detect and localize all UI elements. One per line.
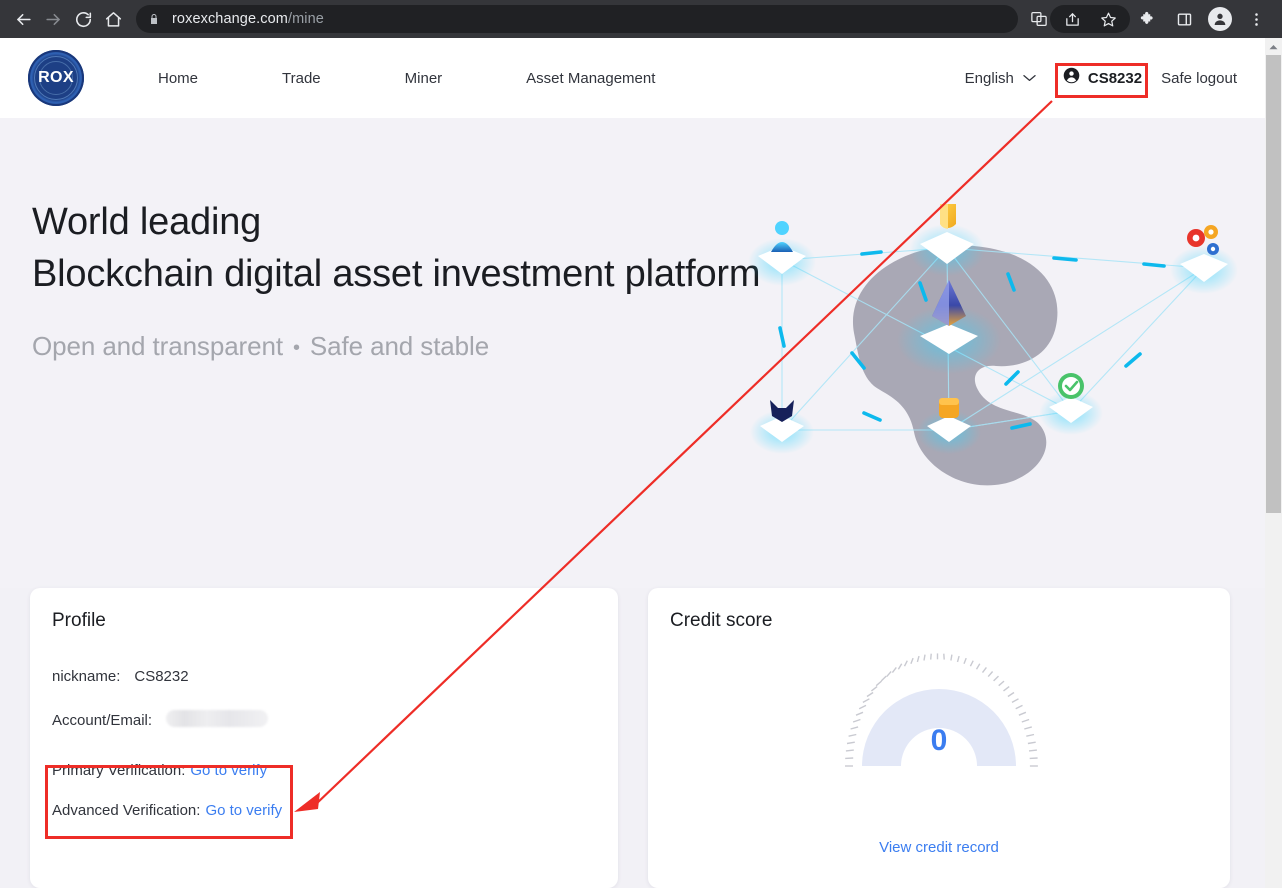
dashboard-cards: Profile nickname: CS8232 Account/Email: …	[0, 588, 1282, 888]
chevron-down-icon	[1023, 74, 1036, 82]
lock-icon	[148, 12, 160, 26]
extensions-button[interactable]	[1133, 4, 1163, 34]
url-text: roxexchange.com/mine	[172, 11, 324, 27]
credit-score-card: Credit score 0 View credit record	[648, 588, 1230, 888]
credit-gauge: 0	[839, 646, 1039, 781]
nickname-label: nickname:	[52, 668, 121, 685]
gauge-graphic	[845, 653, 1038, 767]
star-icon	[1100, 12, 1116, 26]
nav-item-miner[interactable]: Miner	[393, 70, 455, 87]
nav-item-asset-management[interactable]: Asset Management	[514, 70, 667, 87]
bookmark-button[interactable]	[1093, 4, 1123, 34]
url-path: /mine	[287, 11, 324, 27]
hero-subtitle-left: Open and transparent	[32, 330, 283, 361]
nickname-value: CS8232	[134, 668, 189, 685]
primary-verification-row: Primary Verification: Go to verify	[52, 750, 618, 790]
primary-verification-link[interactable]: Go to verify	[190, 762, 267, 779]
blockchain-network-illustration	[748, 204, 1238, 486]
browser-actions	[1024, 4, 1274, 34]
side-panel-icon	[1177, 12, 1191, 26]
view-credit-record-link[interactable]: View credit record	[648, 839, 1230, 856]
advanced-verification-label: Advanced Verification:	[52, 801, 201, 819]
hero-subtitle: Open and transparent • Safe and stable	[32, 331, 760, 362]
scrollbar-up-arrow[interactable]	[1265, 38, 1282, 55]
user-account-chip[interactable]: CS8232	[1054, 60, 1151, 96]
verification-rows: Primary Verification: Go to verify Advan…	[52, 750, 618, 830]
profile-email-row: Account/Email:	[52, 708, 618, 748]
chrome-menu-button[interactable]	[1241, 4, 1271, 34]
translate-icon	[1031, 11, 1047, 27]
scrollbar-thumb[interactable]	[1266, 55, 1281, 513]
credit-score-value: 0	[930, 724, 948, 757]
back-button[interactable]	[8, 4, 38, 34]
safe-logout-link[interactable]: Safe logout	[1161, 70, 1237, 87]
hero-section: World leading Blockchain digital asset i…	[0, 118, 1282, 588]
email-label: Account/Email:	[52, 712, 153, 729]
profile-card-title: Profile	[52, 610, 106, 631]
arrow-left-icon	[16, 13, 31, 25]
advanced-verification-row: Advanced Verification: Go to verify	[52, 790, 618, 830]
node-shield	[909, 204, 985, 276]
share-icon	[1065, 12, 1079, 26]
advanced-verification-link[interactable]: Go to verify	[205, 802, 282, 819]
hero-copy: World leading Blockchain digital asset i…	[32, 196, 761, 362]
header-right-group: English CS8232 Safe logout	[965, 60, 1262, 96]
reload-button[interactable]	[68, 4, 98, 34]
credit-card-title: Credit score	[670, 610, 773, 631]
language-label: English	[964, 69, 1014, 87]
nav-item-trade[interactable]: Trade	[270, 70, 333, 87]
hero-subtitle-separator: •	[292, 336, 300, 359]
forward-button[interactable]	[38, 4, 68, 34]
hero-subtitle-right: Safe and stable	[309, 330, 490, 361]
hero-title-line-1: World leading	[32, 201, 262, 243]
profile-nickname-row: nickname: CS8232	[52, 668, 618, 708]
side-panel-button[interactable]	[1169, 4, 1199, 34]
profile-card: Profile nickname: CS8232 Account/Email: …	[30, 588, 618, 888]
node-user	[748, 221, 816, 286]
three-dot-menu-icon	[1254, 12, 1258, 26]
omnibox-actions	[1050, 5, 1130, 33]
node-wallet-fox	[750, 400, 814, 454]
rox-logo[interactable]: ROX	[28, 50, 84, 106]
hero-title-line-2: Blockchain digital asset investment plat…	[32, 253, 761, 296]
username-label: CS8232	[1087, 69, 1143, 87]
puzzle-piece-icon	[1140, 11, 1153, 24]
home-icon	[105, 11, 121, 27]
user-avatar-icon	[1208, 7, 1232, 31]
site-header: ROX Home Trade Miner Asset Management En…	[0, 38, 1282, 118]
home-button[interactable]	[98, 4, 128, 34]
share-button[interactable]	[1057, 4, 1087, 34]
user-circle-icon	[1063, 67, 1080, 89]
arrow-right-icon	[45, 13, 60, 25]
logo-text: ROX	[38, 69, 74, 86]
language-selector[interactable]: English	[965, 70, 1036, 87]
main-navigation: Home Trade Miner Asset Management	[146, 70, 667, 87]
address-bar[interactable]: roxexchange.com/mine	[136, 5, 1018, 33]
url-domain: roxexchange.com	[172, 11, 288, 27]
page-scrollbar[interactable]	[1265, 38, 1282, 888]
primary-verification-label: Primary Verification:	[52, 761, 186, 779]
scroll-up-arrow-icon	[1269, 44, 1278, 49]
credit-gauge-wrapper: 0	[648, 646, 1230, 781]
profile-button[interactable]	[1205, 4, 1235, 34]
node-gears	[1170, 225, 1238, 294]
page-content: ROX Home Trade Miner Asset Management En…	[0, 38, 1282, 888]
reload-icon	[75, 11, 91, 27]
profile-details: nickname: CS8232 Account/Email: Primary …	[30, 632, 618, 830]
browser-toolbar: roxexchange.com/mine	[0, 0, 1282, 38]
email-value-redacted	[166, 710, 269, 727]
nav-item-home[interactable]: Home	[146, 70, 210, 87]
